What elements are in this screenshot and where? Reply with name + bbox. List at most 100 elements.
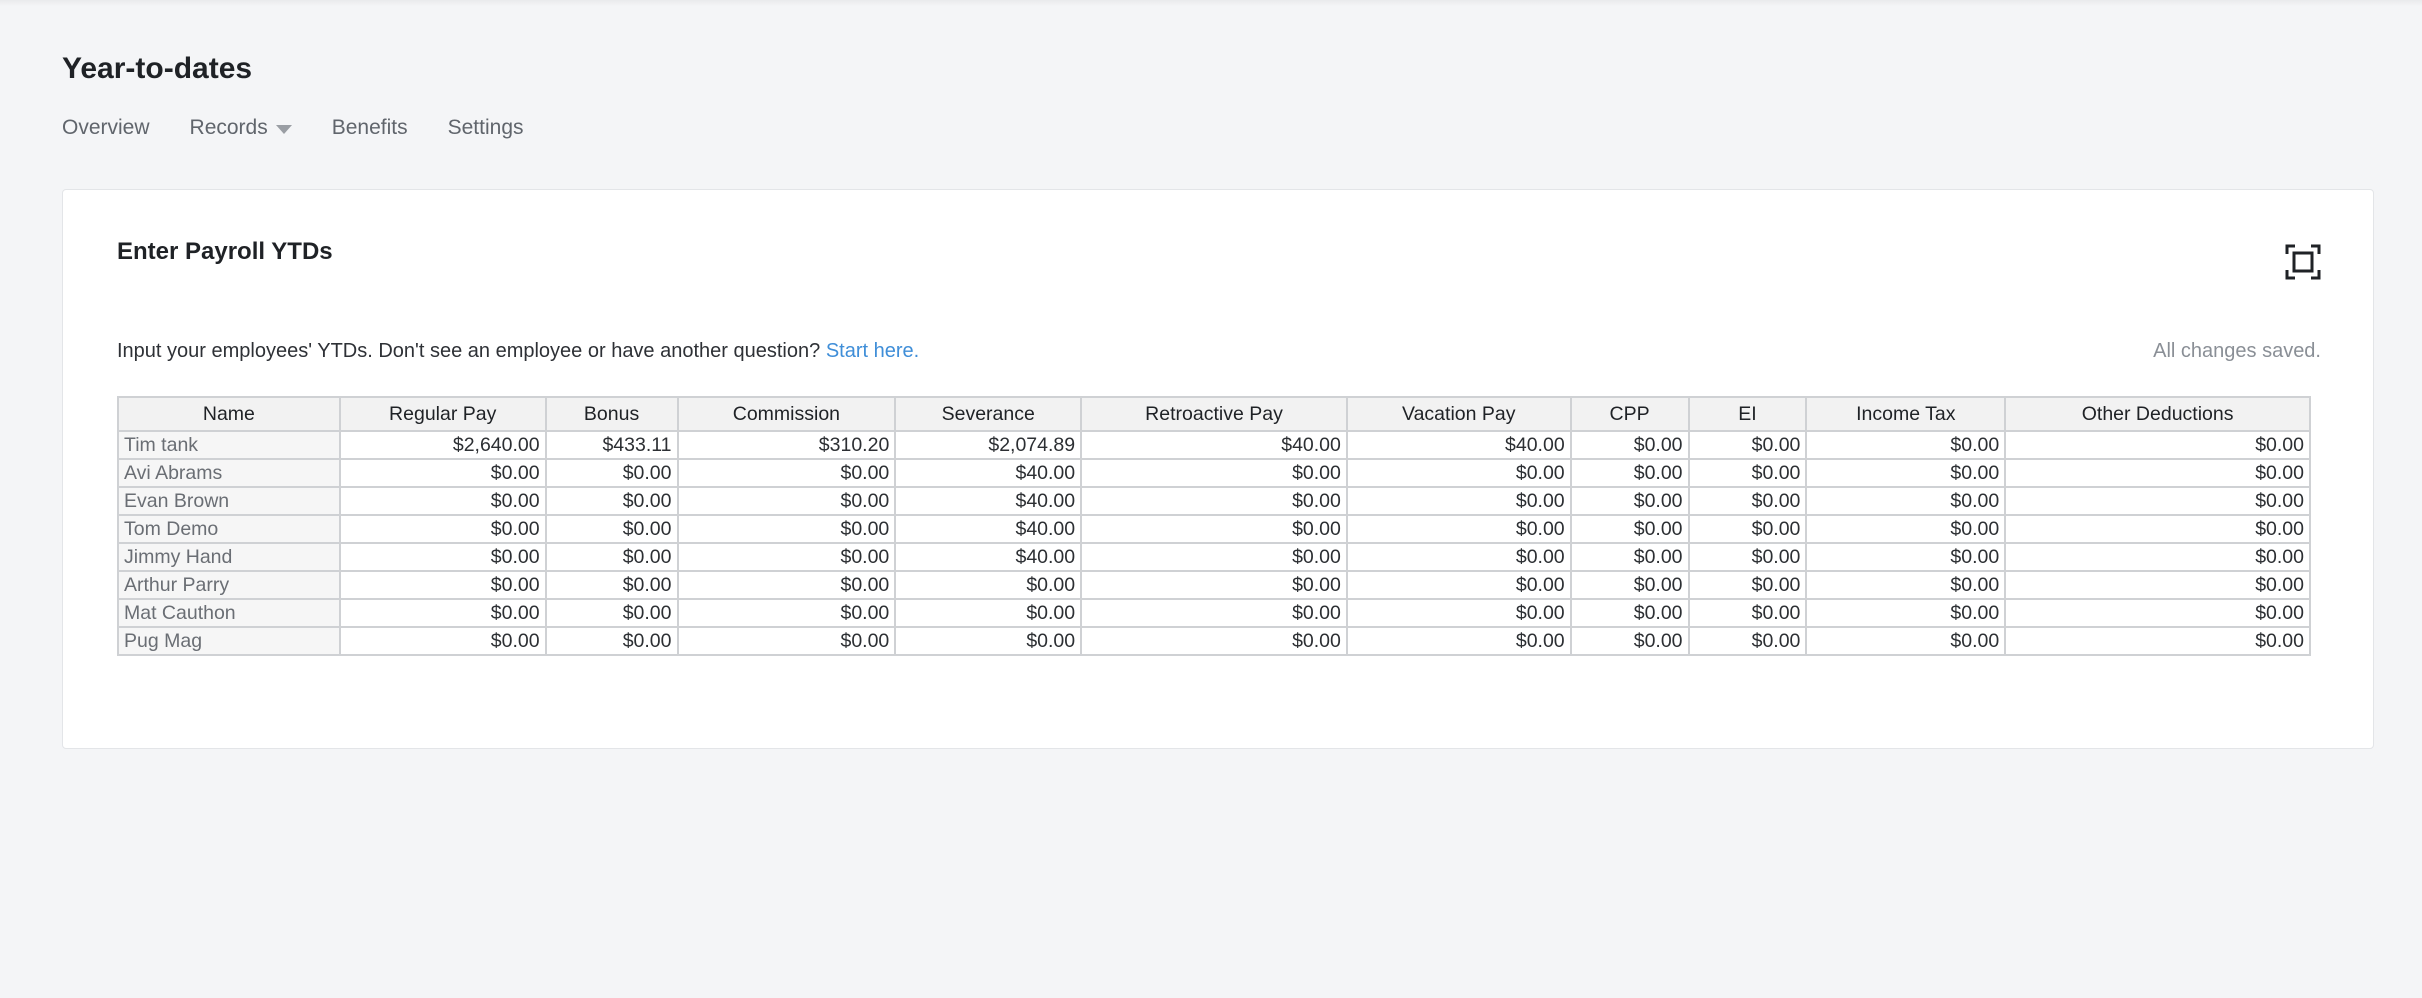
ytd-value-cell[interactable]: $0.00 <box>1080 486 1348 516</box>
card-title: Enter Payroll YTDs <box>117 238 333 265</box>
ytd-value-cell[interactable]: $0.00 <box>1569 542 1690 572</box>
start-here-link[interactable]: Start here. <box>826 340 919 362</box>
nav-overview[interactable]: Overview <box>62 116 150 140</box>
ytd-value-cell[interactable]: $0.00 <box>1805 458 2007 488</box>
ytd-value-cell[interactable]: $0.00 <box>1687 430 1808 460</box>
ytd-value-cell[interactable]: $0.00 <box>1345 458 1572 488</box>
ytd-value-cell[interactable]: $0.00 <box>338 570 547 600</box>
ytd-value-cell[interactable]: $0.00 <box>1805 570 2007 600</box>
ytd-value-cell[interactable]: $0.00 <box>1569 486 1690 516</box>
ytd-value-cell[interactable]: $0.00 <box>1687 458 1808 488</box>
ytd-value-cell[interactable]: $0.00 <box>544 598 679 628</box>
ytd-value-cell[interactable]: $0.00 <box>1805 542 2007 572</box>
ytd-value-cell[interactable]: $0.00 <box>2004 626 2311 656</box>
ytd-value-cell[interactable]: $0.00 <box>2004 458 2311 488</box>
nav-benefits[interactable]: Benefits <box>332 116 408 140</box>
ytd-value-cell[interactable]: $40.00 <box>894 458 1083 488</box>
ytd-value-cell[interactable]: $0.00 <box>544 626 679 656</box>
employee-name-cell: Tom Demo <box>117 514 341 544</box>
ytd-value-cell[interactable]: $0.00 <box>2004 486 2311 516</box>
ytd-value-cell[interactable]: $0.00 <box>2004 570 2311 600</box>
column-header: Income Tax <box>1805 396 2007 432</box>
table-row: Tom Demo $0.00 $0.00 $0.00 $40.00 $0.00 $0.00 $… <box>117 514 2311 544</box>
ytd-value-cell[interactable]: $2,640.00 <box>338 430 547 460</box>
ytd-value-cell[interactable]: $0.00 <box>544 570 679 600</box>
ytd-value-cell[interactable]: $0.00 <box>1080 458 1348 488</box>
ytd-value-cell[interactable]: $0.00 <box>676 486 897 516</box>
ytd-value-cell[interactable]: $0.00 <box>1345 570 1572 600</box>
ytd-value-cell[interactable]: $0.00 <box>1345 542 1572 572</box>
ytd-value-cell[interactable]: $0.00 <box>676 542 897 572</box>
ytd-value-cell[interactable]: $0.00 <box>1687 598 1808 628</box>
ytd-value-cell[interactable]: $0.00 <box>544 514 679 544</box>
ytd-value-cell[interactable]: $40.00 <box>894 542 1083 572</box>
ytd-value-cell[interactable]: $0.00 <box>1345 626 1572 656</box>
ytd-value-cell[interactable]: $0.00 <box>1687 514 1808 544</box>
ytd-value-cell[interactable]: $0.00 <box>1687 570 1808 600</box>
ytd-value-cell[interactable]: $0.00 <box>1080 570 1348 600</box>
ytd-value-cell[interactable]: $0.00 <box>544 486 679 516</box>
ytd-value-cell[interactable]: $0.00 <box>2004 514 2311 544</box>
ytd-value-cell[interactable]: $40.00 <box>1080 430 1348 460</box>
ytd-value-cell[interactable]: $0.00 <box>544 542 679 572</box>
ytd-value-cell[interactable]: $0.00 <box>2004 430 2311 460</box>
ytd-value-cell[interactable]: $0.00 <box>894 626 1083 656</box>
ytd-value-cell[interactable]: $0.00 <box>1569 430 1690 460</box>
section-nav: Overview Records Benefits Settings <box>62 116 564 140</box>
ytd-value-cell[interactable]: $0.00 <box>1805 626 2007 656</box>
ytd-value-cell[interactable]: $0.00 <box>1569 514 1690 544</box>
ytd-value-cell[interactable]: $0.00 <box>1687 542 1808 572</box>
ytd-value-cell[interactable]: $0.00 <box>1687 486 1808 516</box>
ytd-value-cell[interactable]: $0.00 <box>1805 430 2007 460</box>
ytd-value-cell[interactable]: $0.00 <box>338 542 547 572</box>
table-row: Jimmy Hand $0.00 $0.00 $0.00 $40.00 $0.00 $0.0… <box>117 542 2311 572</box>
ytd-value-cell[interactable]: $40.00 <box>894 486 1083 516</box>
ytd-card: Enter Payroll YTDs Input your employees'… <box>62 189 2374 749</box>
ytd-value-cell[interactable]: $0.00 <box>1805 514 2007 544</box>
ytd-value-cell[interactable]: $0.00 <box>338 626 547 656</box>
ytd-value-cell[interactable]: $0.00 <box>676 514 897 544</box>
ytd-value-cell[interactable]: $0.00 <box>676 458 897 488</box>
ytd-value-cell[interactable]: $0.00 <box>1345 598 1572 628</box>
ytd-value-cell[interactable]: $2,074.89 <box>894 430 1083 460</box>
ytd-value-cell[interactable]: $0.00 <box>1569 458 1690 488</box>
table-row: Tim tank $2,640.00 $433.11 $310.20 $2,074.89… <box>117 430 2311 460</box>
nav-records-label: Records <box>189 116 268 139</box>
ytd-value-cell[interactable]: $0.00 <box>1569 598 1690 628</box>
ytd-value-cell[interactable]: $0.00 <box>894 570 1083 600</box>
nav-records[interactable]: Records <box>190 116 292 140</box>
table-header-row: Name Regular Pay Bonus Commission Severa… <box>117 396 2311 432</box>
ytd-value-cell[interactable]: $0.00 <box>1080 626 1348 656</box>
ytd-value-cell[interactable]: $0.00 <box>676 570 897 600</box>
ytd-value-cell[interactable]: $0.00 <box>1687 626 1808 656</box>
column-header: Commission <box>676 396 897 432</box>
ytd-value-cell[interactable]: $0.00 <box>676 626 897 656</box>
ytd-value-cell[interactable]: $0.00 <box>2004 542 2311 572</box>
page-title: Year-to-dates <box>62 52 253 85</box>
ytd-value-cell[interactable]: $0.00 <box>1345 486 1572 516</box>
ytd-value-cell[interactable]: $0.00 <box>338 598 547 628</box>
ytd-value-cell[interactable]: $433.11 <box>544 430 679 460</box>
fullscreen-button[interactable] <box>2285 244 2321 280</box>
ytd-value-cell[interactable]: $0.00 <box>338 514 547 544</box>
ytd-value-cell[interactable]: $0.00 <box>1345 514 1572 544</box>
ytd-value-cell[interactable]: $310.20 <box>676 430 897 460</box>
ytd-value-cell[interactable]: $0.00 <box>1080 514 1348 544</box>
ytd-value-cell[interactable]: $0.00 <box>338 458 547 488</box>
ytd-table: Name Regular Pay Bonus Commission Severa… <box>117 396 2311 656</box>
ytd-value-cell[interactable]: $0.00 <box>338 486 547 516</box>
nav-settings[interactable]: Settings <box>448 116 524 140</box>
ytd-value-cell[interactable]: $0.00 <box>1569 570 1690 600</box>
ytd-value-cell[interactable]: $0.00 <box>1805 486 2007 516</box>
ytd-value-cell[interactable]: $0.00 <box>2004 598 2311 628</box>
ytd-value-cell[interactable]: $40.00 <box>894 514 1083 544</box>
ytd-value-cell[interactable]: $0.00 <box>1569 626 1690 656</box>
column-header: Severance <box>894 396 1083 432</box>
ytd-value-cell[interactable]: $0.00 <box>1080 598 1348 628</box>
ytd-value-cell[interactable]: $0.00 <box>676 598 897 628</box>
ytd-value-cell[interactable]: $0.00 <box>1080 542 1348 572</box>
ytd-value-cell[interactable]: $40.00 <box>1345 430 1572 460</box>
ytd-value-cell[interactable]: $0.00 <box>1805 598 2007 628</box>
ytd-value-cell[interactable]: $0.00 <box>894 598 1083 628</box>
ytd-value-cell[interactable]: $0.00 <box>544 458 679 488</box>
